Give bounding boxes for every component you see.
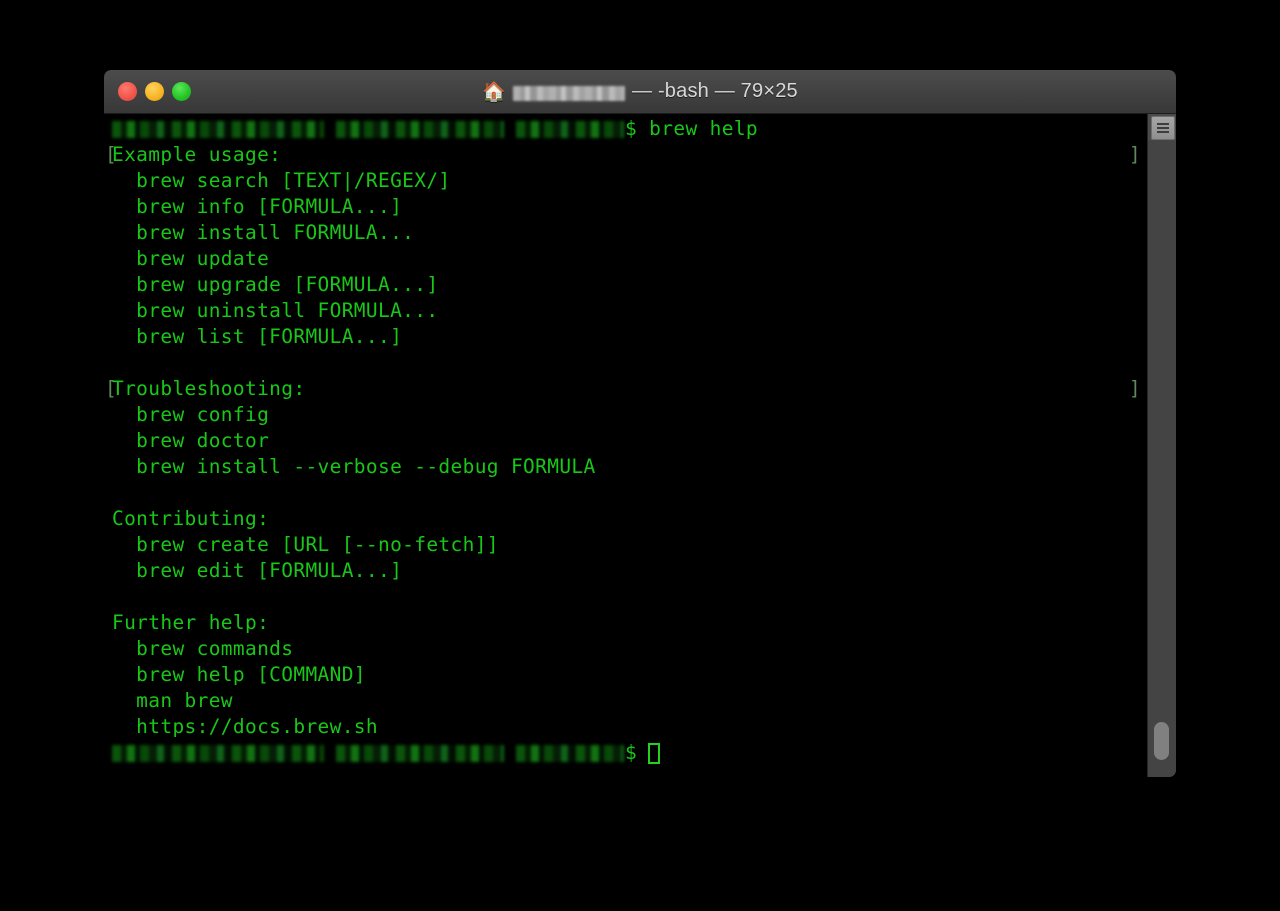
scroll-button-line (1157, 131, 1169, 133)
scrollbar[interactable] (1147, 114, 1176, 777)
final-prompt-line: $ (104, 740, 1147, 766)
window-controls[interactable] (118, 70, 191, 113)
terminal-cursor (648, 742, 661, 764)
redacted-username (512, 86, 625, 101)
output-line: brew list [FORMULA...] (112, 325, 403, 348)
output-line: brew doctor (112, 429, 270, 452)
output-line: man brew (112, 689, 233, 712)
output-line: brew config (112, 403, 270, 426)
output-line: brew info [FORMULA...] (112, 195, 403, 218)
scrollbar-track[interactable] (1148, 140, 1176, 777)
output-line: brew upgrade [FORMULA...] (112, 273, 439, 296)
home-icon: 🏠 (482, 82, 506, 103)
output-line: Example usage: (104, 142, 1147, 168)
scroll-button-line (1157, 123, 1169, 125)
output-line: brew update (112, 247, 270, 270)
minimize-button[interactable] (145, 82, 164, 101)
output-line: Contributing: (112, 507, 270, 530)
output-line: Troubleshooting: (104, 376, 1147, 402)
window-title-suffix: — -bash — 79×25 (631, 80, 798, 102)
output-line: brew help [COMMAND] (112, 663, 366, 686)
terminal-screen[interactable]: $ brew helpExample usage: brew search [T… (104, 114, 1147, 777)
output-line: brew install FORMULA... (112, 221, 415, 244)
terminal-output: $ brew helpExample usage: brew search [T… (104, 116, 1147, 766)
command-prompt-line: $ brew help (104, 116, 1147, 142)
output-line: brew search [TEXT|/REGEX/] (112, 169, 451, 192)
output-line: brew edit [FORMULA...] (112, 559, 403, 582)
scroll-options-button[interactable] (1151, 116, 1175, 140)
scrollbar-thumb[interactable] (1154, 722, 1169, 760)
terminal-window[interactable]: 🏠 — -bash — 79×25 $ brew helpExample usa… (104, 70, 1176, 777)
output-line: brew create [URL [--no-fetch]] (112, 533, 499, 556)
redacted-prompt-segment (516, 120, 624, 138)
redacted-prompt-segment (336, 120, 504, 138)
terminal-body[interactable]: $ brew helpExample usage: brew search [T… (104, 114, 1176, 777)
redacted-prompt-segment (516, 744, 624, 762)
typed-command: brew help (637, 117, 758, 140)
redacted-prompt-segment (112, 120, 324, 138)
prompt-dollar: $ (625, 117, 638, 140)
output-line: brew uninstall FORMULA... (112, 299, 439, 322)
window-title: 🏠 — -bash — 79×25 (104, 80, 1176, 103)
zoom-button[interactable] (172, 82, 191, 101)
output-line: brew commands (112, 637, 294, 660)
output-line: Further help: (112, 611, 270, 634)
title-bar[interactable]: 🏠 — -bash — 79×25 (104, 70, 1176, 114)
redacted-prompt-segment (336, 744, 504, 762)
redacted-prompt-segment (112, 744, 324, 762)
output-line: https://docs.brew.sh (112, 715, 378, 738)
output-line: brew install --verbose --debug FORMULA (112, 455, 596, 478)
scroll-button-line (1157, 127, 1169, 129)
prompt-dollar: $ (625, 741, 638, 764)
close-button[interactable] (118, 82, 137, 101)
